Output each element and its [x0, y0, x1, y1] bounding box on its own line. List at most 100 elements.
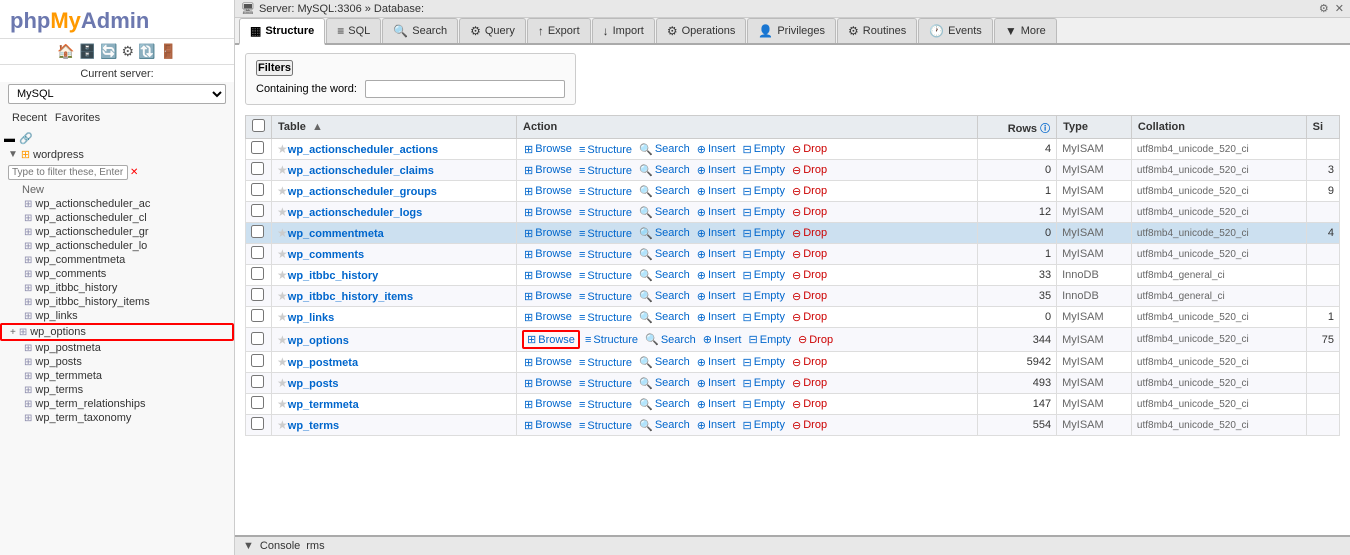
table-name-link[interactable]: wp_posts	[288, 378, 339, 390]
settings-icon[interactable]: ⚙	[121, 43, 134, 60]
star-icon[interactable]: ★	[277, 163, 288, 177]
sidebar-new-item[interactable]: New	[0, 183, 234, 197]
table-name-link[interactable]: wp_termmeta	[288, 399, 359, 411]
structure-btn[interactable]: ≡Structure	[577, 378, 634, 390]
tab-export[interactable]: ↑ Export	[527, 18, 591, 43]
tab-more[interactable]: ▼ More	[994, 18, 1057, 43]
browse-btn[interactable]: ⊞Browse	[522, 377, 574, 390]
insert-btn[interactable]: ⊕Insert	[695, 227, 738, 240]
browse-btn[interactable]: ⊞Browse	[522, 311, 574, 324]
star-icon[interactable]: ★	[277, 310, 288, 324]
insert-btn[interactable]: ⊕Insert	[701, 333, 744, 346]
console-bar[interactable]: ▼ Console rms	[235, 535, 1350, 555]
insert-btn[interactable]: ⊕Insert	[695, 248, 738, 261]
search-btn[interactable]: 🔍Search	[637, 206, 692, 219]
structure-btn[interactable]: ≡Structure	[583, 334, 640, 346]
table-name-link[interactable]: wp_options	[288, 335, 349, 347]
drop-btn[interactable]: ⊖Drop	[790, 290, 829, 303]
drop-btn[interactable]: ⊖Drop	[790, 227, 829, 240]
sidebar-item-wp_terms[interactable]: ⊞ wp_terms	[0, 383, 234, 397]
drop-btn[interactable]: ⊖Drop	[790, 185, 829, 198]
tab-import[interactable]: ↓ Import	[592, 18, 655, 43]
empty-btn[interactable]: ⊟Empty	[741, 290, 787, 303]
search-btn[interactable]: 🔍Search	[637, 398, 692, 411]
sidebar-item-wp_actionscheduler_logs[interactable]: ⊞ wp_actionscheduler_lo	[0, 239, 234, 253]
search-btn[interactable]: 🔍Search	[637, 356, 692, 369]
empty-btn[interactable]: ⊟Empty	[747, 333, 793, 346]
search-btn[interactable]: 🔍Search	[637, 164, 692, 177]
insert-btn[interactable]: ⊕Insert	[695, 206, 738, 219]
sidebar-item-wp_commentmeta[interactable]: ⊞ wp_commentmeta	[0, 253, 234, 267]
drop-btn[interactable]: ⊖Drop	[790, 248, 829, 261]
drop-btn[interactable]: ⊖Drop	[790, 398, 829, 411]
drop-btn[interactable]: ⊖Drop	[790, 311, 829, 324]
tab-operations[interactable]: ⚙ Operations	[656, 18, 747, 43]
table-name-link[interactable]: wp_itbbc_history_items	[288, 291, 413, 303]
drop-btn[interactable]: ⊖Drop	[790, 206, 829, 219]
empty-btn[interactable]: ⊟Empty	[741, 269, 787, 282]
star-icon[interactable]: ★	[277, 226, 288, 240]
drop-btn[interactable]: ⊖Drop	[790, 377, 829, 390]
sidebar-item-wp_term_relationships[interactable]: ⊞ wp_term_relationships	[0, 397, 234, 411]
search-btn[interactable]: 🔍Search	[637, 185, 692, 198]
tab-events[interactable]: 🕐 Events	[918, 18, 993, 43]
tab-structure[interactable]: ▦ Structure	[239, 18, 325, 45]
star-icon[interactable]: ★	[277, 397, 288, 411]
header-table[interactable]: Table ▲	[272, 116, 517, 139]
star-icon[interactable]: ★	[277, 142, 288, 156]
table-name-link[interactable]: wp_actionscheduler_claims	[288, 165, 434, 177]
filter-word-input[interactable]	[365, 80, 565, 98]
insert-btn[interactable]: ⊕Insert	[695, 356, 738, 369]
empty-btn[interactable]: ⊟Empty	[741, 206, 787, 219]
sidebar-item-wordpress[interactable]: ▼ ⊞ wordpress	[0, 147, 234, 162]
browse-btn[interactable]: ⊞Browse	[522, 290, 574, 303]
drop-btn[interactable]: ⊖Drop	[790, 143, 829, 156]
table-name-link[interactable]: wp_postmeta	[288, 357, 358, 369]
insert-btn[interactable]: ⊕Insert	[695, 398, 738, 411]
structure-btn[interactable]: ≡Structure	[577, 228, 634, 240]
filters-button[interactable]: Filters	[256, 60, 293, 76]
empty-btn[interactable]: ⊟Empty	[741, 377, 787, 390]
row-checkbox[interactable]	[251, 246, 264, 259]
empty-btn[interactable]: ⊟Empty	[741, 248, 787, 261]
star-icon[interactable]: ★	[277, 376, 288, 390]
structure-btn[interactable]: ≡Structure	[577, 291, 634, 303]
drop-btn[interactable]: ⊖Drop	[790, 356, 829, 369]
sidebar-item-wp_comments[interactable]: ⊞ wp_comments	[0, 267, 234, 281]
empty-btn[interactable]: ⊟Empty	[741, 164, 787, 177]
recent-button[interactable]: Recent	[8, 111, 51, 125]
settings-icon[interactable]: ⚙	[1319, 2, 1329, 15]
browse-btn[interactable]: ⊞Browse	[522, 398, 574, 411]
sidebar-item-wp_actionscheduler_actions[interactable]: ⊞ wp_actionscheduler_ac	[0, 197, 234, 211]
table-name-link[interactable]: wp_comments	[288, 249, 364, 261]
rows-info-icon[interactable]: ⓘ	[1040, 124, 1050, 135]
sidebar-item-wp_options[interactable]: + ⊞ wp_options	[0, 323, 234, 341]
sidebar-item-wp_term_taxonomy[interactable]: ⊞ wp_term_taxonomy	[0, 411, 234, 425]
browse-btn[interactable]: ⊞Browse	[522, 164, 574, 177]
sidebar-item-wp_posts[interactable]: ⊞ wp_posts	[0, 355, 234, 369]
browse-btn[interactable]: ⊞Browse	[522, 419, 574, 432]
insert-btn[interactable]: ⊕Insert	[695, 143, 738, 156]
browse-btn[interactable]: ⊞Browse	[522, 143, 574, 156]
browse-btn[interactable]: ⊞Browse	[522, 330, 580, 349]
structure-btn[interactable]: ≡Structure	[577, 357, 634, 369]
tab-query[interactable]: ⚙ Query	[459, 18, 526, 43]
table-name-link[interactable]: wp_terms	[288, 420, 339, 432]
row-checkbox[interactable]	[251, 417, 264, 430]
star-icon[interactable]: ★	[277, 184, 288, 198]
structure-btn[interactable]: ≡Structure	[577, 165, 634, 177]
sidebar-item-wp_termmeta[interactable]: ⊞ wp_termmeta	[0, 369, 234, 383]
row-checkbox[interactable]	[251, 225, 264, 238]
sidebar-item-wp_itbbc_history_items[interactable]: ⊞ wp_itbbc_history_items	[0, 295, 234, 309]
star-icon[interactable]: ★	[277, 355, 288, 369]
empty-btn[interactable]: ⊟Empty	[741, 356, 787, 369]
star-icon[interactable]: ★	[277, 247, 288, 261]
sidebar-item-wp_links[interactable]: ⊞ wp_links	[0, 309, 234, 323]
insert-btn[interactable]: ⊕Insert	[695, 311, 738, 324]
empty-btn[interactable]: ⊟Empty	[741, 185, 787, 198]
empty-btn[interactable]: ⊟Empty	[741, 419, 787, 432]
tab-search[interactable]: 🔍 Search	[382, 18, 458, 43]
empty-btn[interactable]: ⊟Empty	[741, 143, 787, 156]
insert-btn[interactable]: ⊕Insert	[695, 377, 738, 390]
search-btn[interactable]: 🔍Search	[637, 290, 692, 303]
